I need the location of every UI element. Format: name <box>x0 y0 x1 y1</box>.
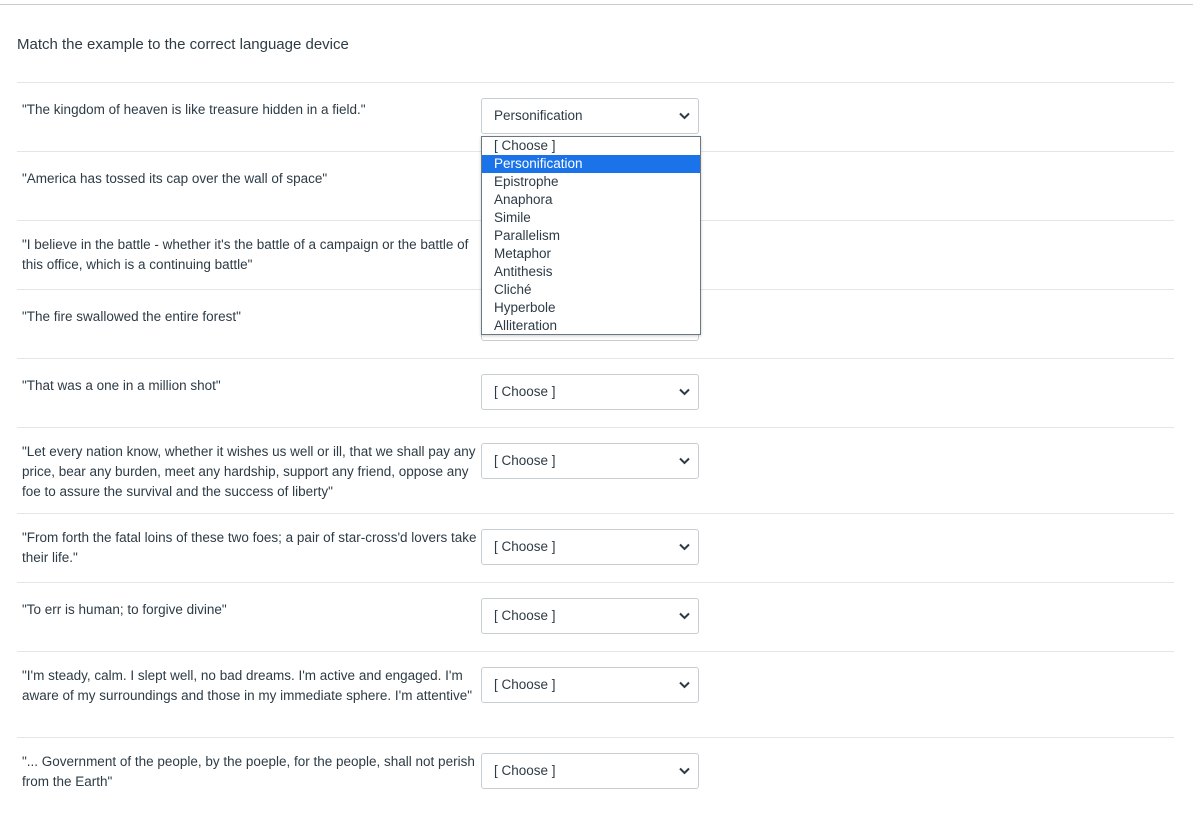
dropdown-option-choose[interactable]: [ Choose ] <box>482 137 700 155</box>
chevron-down-icon <box>679 612 690 620</box>
answer-select-6[interactable]: [ Choose ] <box>481 443 699 479</box>
chevron-down-icon <box>679 681 690 689</box>
dropdown-option-metaphor[interactable]: Metaphor <box>482 245 700 263</box>
match-prompt-8: "To err is human; to forgive divine" <box>22 602 227 617</box>
match-prompt-1: "The kingdom of heaven is like treasure … <box>22 102 366 117</box>
dropdown-option-alliteration[interactable]: Alliteration <box>482 317 700 335</box>
chevron-down-icon <box>679 112 690 120</box>
dropdown-option-parallelism[interactable]: Parallelism <box>482 227 700 245</box>
answer-select-10[interactable]: [ Choose ] <box>481 753 699 789</box>
row-divider <box>17 513 1174 514</box>
dropdown-option-simile[interactable]: Simile <box>482 209 700 227</box>
dropdown-option-antithesis[interactable]: Antithesis <box>482 263 700 281</box>
chevron-down-icon <box>679 543 690 551</box>
answer-select-value: [ Choose ] <box>494 384 556 399</box>
match-prompt-3: "I believe in the battle - whether it's … <box>22 237 469 272</box>
dropdown-option-anaphora[interactable]: Anaphora <box>482 191 700 209</box>
answer-dropdown-list[interactable]: [ Choose ] Personification Epistrophe An… <box>481 136 701 335</box>
chevron-down-icon <box>679 388 690 396</box>
dropdown-option-hyperbole[interactable]: Hyperbole <box>482 299 700 317</box>
answer-select-9[interactable]: [ Choose ] <box>481 667 699 703</box>
match-prompt-5: "That was a one in a million shot" <box>22 378 221 393</box>
answer-select-value: [ Choose ] <box>494 677 556 692</box>
answer-select-1[interactable]: Personification <box>481 98 699 134</box>
question-text: Match the example to the correct languag… <box>17 36 349 53</box>
answer-select-8[interactable]: [ Choose ] <box>481 598 699 634</box>
answer-select-5[interactable]: [ Choose ] <box>481 374 699 410</box>
answer-select-value: [ Choose ] <box>494 453 556 468</box>
answer-select-value: [ Choose ] <box>494 763 556 778</box>
chevron-down-icon <box>679 767 690 775</box>
answer-select-value: [ Choose ] <box>494 608 556 623</box>
row-divider <box>17 358 1174 359</box>
match-prompt-9: "I'm steady, calm. I slept well, no bad … <box>22 668 473 703</box>
match-prompt-2: "America has tossed its cap over the wal… <box>22 171 328 186</box>
row-divider <box>17 82 1174 83</box>
answer-select-value: [ Choose ] <box>494 539 556 554</box>
dropdown-option-personification[interactable]: Personification <box>482 155 700 173</box>
answer-select-value: Personification <box>494 108 583 123</box>
match-prompt-6: "Let every nation know, whether it wishe… <box>22 444 476 499</box>
answer-select-7[interactable]: [ Choose ] <box>481 529 699 565</box>
dropdown-option-cliche[interactable]: Cliché <box>482 281 700 299</box>
row-divider <box>17 582 1174 583</box>
row-divider <box>17 737 1174 738</box>
match-prompt-7: "From forth the fatal loins of these two… <box>22 530 477 565</box>
chevron-down-icon <box>679 457 690 465</box>
match-prompt-10: "... Government of the people, by the po… <box>22 754 475 789</box>
dropdown-option-epistrophe[interactable]: Epistrophe <box>482 173 700 191</box>
match-prompt-4: "The fire swallowed the entire forest" <box>22 309 241 324</box>
row-divider <box>17 427 1174 428</box>
row-divider <box>17 651 1174 652</box>
top-divider <box>0 4 1193 5</box>
